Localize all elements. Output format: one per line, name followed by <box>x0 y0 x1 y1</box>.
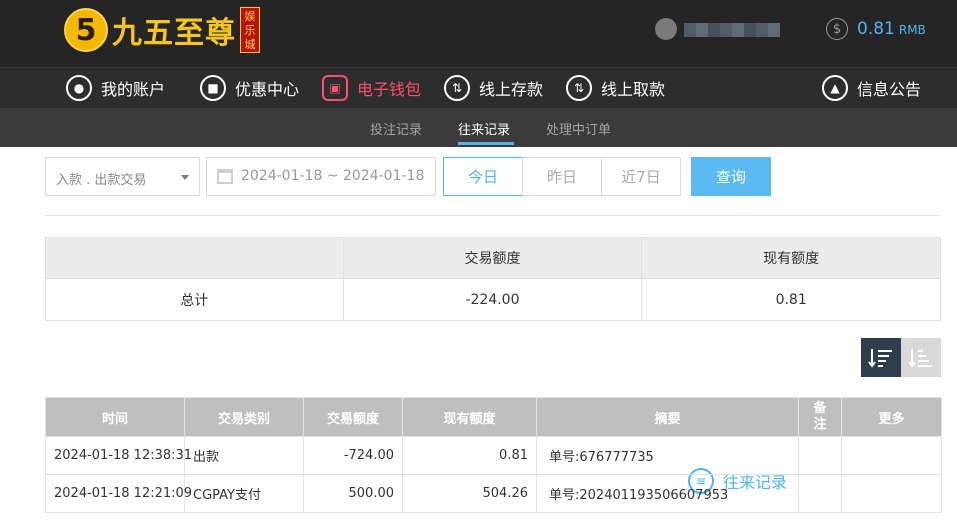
active-tab-indicator <box>458 142 514 145</box>
gift-icon: ■ <box>200 75 226 101</box>
brand-name: 九五至尊 <box>112 16 236 51</box>
main-nav: ● 我的账户 ■ 优惠中心 ▣ 电子钱包 ⇅ 线上存款 ⇅ 线上取款 ≡ 往来记… <box>0 67 957 494</box>
summary-total-amount: -224.00 <box>342 278 643 321</box>
summary-header-balance: 现有额度 <box>641 237 941 279</box>
cell-summary: 单号:202401193506607953 <box>536 474 799 513</box>
sort-ascending-icon <box>908 348 932 368</box>
tab-transaction-records[interactable]: 往来记录 <box>458 119 510 138</box>
cell-balance: 504.26 <box>402 474 537 513</box>
transaction-type-value: 入款 . 出款交易 <box>56 173 147 188</box>
cell-type: CGPAY支付 <box>184 474 304 513</box>
nav-label: 线上存款 <box>479 80 544 99</box>
nav-announcements[interactable]: ▲ 信息公告 <box>822 72 921 104</box>
summary-total-label: 总计 <box>45 278 344 321</box>
last-7-days-button[interactable]: 近7日 <box>601 157 681 196</box>
col-balance: 现有额度 <box>402 397 537 437</box>
cell-amount: -724.00 <box>303 436 403 475</box>
brand-tag: 娱乐城 <box>240 7 260 53</box>
account-balance: 0.81 RMB <box>857 19 926 39</box>
summary-total-balance: 0.81 <box>641 278 941 321</box>
col-time: 时间 <box>45 397 185 437</box>
cell-note <box>798 436 842 475</box>
summary-table: 交易额度 现有额度 总计 -224.00 0.81 <box>45 237 941 321</box>
tab-bet-records[interactable]: 投注记录 <box>370 119 422 138</box>
username-masked <box>684 23 780 37</box>
cell-note <box>798 474 842 513</box>
nav-label: 优惠中心 <box>235 80 300 99</box>
cell-type: 出款 <box>184 436 304 475</box>
yesterday-button[interactable]: 昨日 <box>522 157 602 196</box>
nav-e-wallet[interactable]: ▣ 电子钱包 <box>322 72 421 104</box>
today-button[interactable]: 今日 <box>443 157 523 196</box>
transactions-table: 时间 交易类别 交易额度 现有额度 摘要 备注 更多 2024-01-18 12… <box>45 397 942 513</box>
balance-value: 0.81 <box>857 19 895 39</box>
cell-summary: 单号:676777735 <box>536 436 799 475</box>
col-type: 交易类别 <box>184 397 304 437</box>
date-range-input[interactable]: 2024-01-18 ~ 2024-01-18 <box>206 157 436 196</box>
withdraw-icon: ⇅ <box>566 75 592 101</box>
query-button[interactable]: 查询 <box>691 157 771 196</box>
transaction-type-select[interactable]: 入款 . 出款交易 <box>45 157 200 196</box>
cell-time: 2024-01-18 12:38:31 <box>45 436 192 475</box>
nav-label: 我的账户 <box>101 80 166 99</box>
table-row: 2024-01-18 12:21:09 CGPAY支付 500.00 504.2… <box>45 474 942 513</box>
bell-icon: ▲ <box>822 75 848 101</box>
nav-my-account[interactable]: ● 我的账户 <box>66 72 165 104</box>
cell-balance: 0.81 <box>402 436 537 475</box>
cell-amount: 500.00 <box>303 474 403 513</box>
nav-label: 信息公告 <box>857 80 922 99</box>
cell-time: 2024-01-18 12:21:09 <box>45 474 192 513</box>
wallet-icon: ▣ <box>322 75 348 101</box>
cell-more[interactable] <box>841 436 942 475</box>
site-logo[interactable]: 5 九五至尊 娱乐城 <box>64 5 260 55</box>
nav-online-withdraw[interactable]: ⇅ 线上取款 <box>566 72 665 104</box>
chevron-down-icon <box>181 175 189 180</box>
balance-coin-icon: $ <box>826 18 848 40</box>
top-bar: 5 九五至尊 娱乐城 $ 0.81 RMB <box>0 0 957 67</box>
user-icon: ● <box>66 75 92 101</box>
divider <box>45 215 941 216</box>
table-header-row: 时间 交易类别 交易额度 现有额度 摘要 备注 更多 <box>45 397 942 437</box>
nav-online-deposit[interactable]: ⇅ 线上存款 <box>444 72 543 104</box>
balance-currency: RMB <box>898 23 926 37</box>
logo-mark: 5 <box>64 8 108 52</box>
sort-descending-icon <box>868 348 892 368</box>
date-range-value: 2024-01-18 ~ 2024-01-18 <box>241 168 425 184</box>
summary-header-empty <box>45 237 344 279</box>
sort-ascending-button[interactable] <box>901 338 941 377</box>
sort-descending-button[interactable] <box>861 338 901 377</box>
calendar-icon <box>217 169 233 184</box>
nav-label: 线上取款 <box>601 80 666 99</box>
user-avatar-icon[interactable] <box>655 18 677 40</box>
summary-header-amount: 交易额度 <box>342 237 643 279</box>
nav-promotions[interactable]: ■ 优惠中心 <box>200 72 299 104</box>
tab-pending-orders[interactable]: 处理中订单 <box>546 119 611 138</box>
col-note: 备注 <box>798 397 842 437</box>
nav-label: 电子钱包 <box>357 80 422 99</box>
col-summary: 摘要 <box>536 397 799 437</box>
col-amount: 交易额度 <box>303 397 403 437</box>
deposit-icon: ⇅ <box>444 75 470 101</box>
cell-more[interactable] <box>841 474 942 513</box>
table-row: 2024-01-18 12:38:31 出款 -724.00 0.81 单号:6… <box>45 436 942 475</box>
col-more: 更多 <box>841 397 942 437</box>
